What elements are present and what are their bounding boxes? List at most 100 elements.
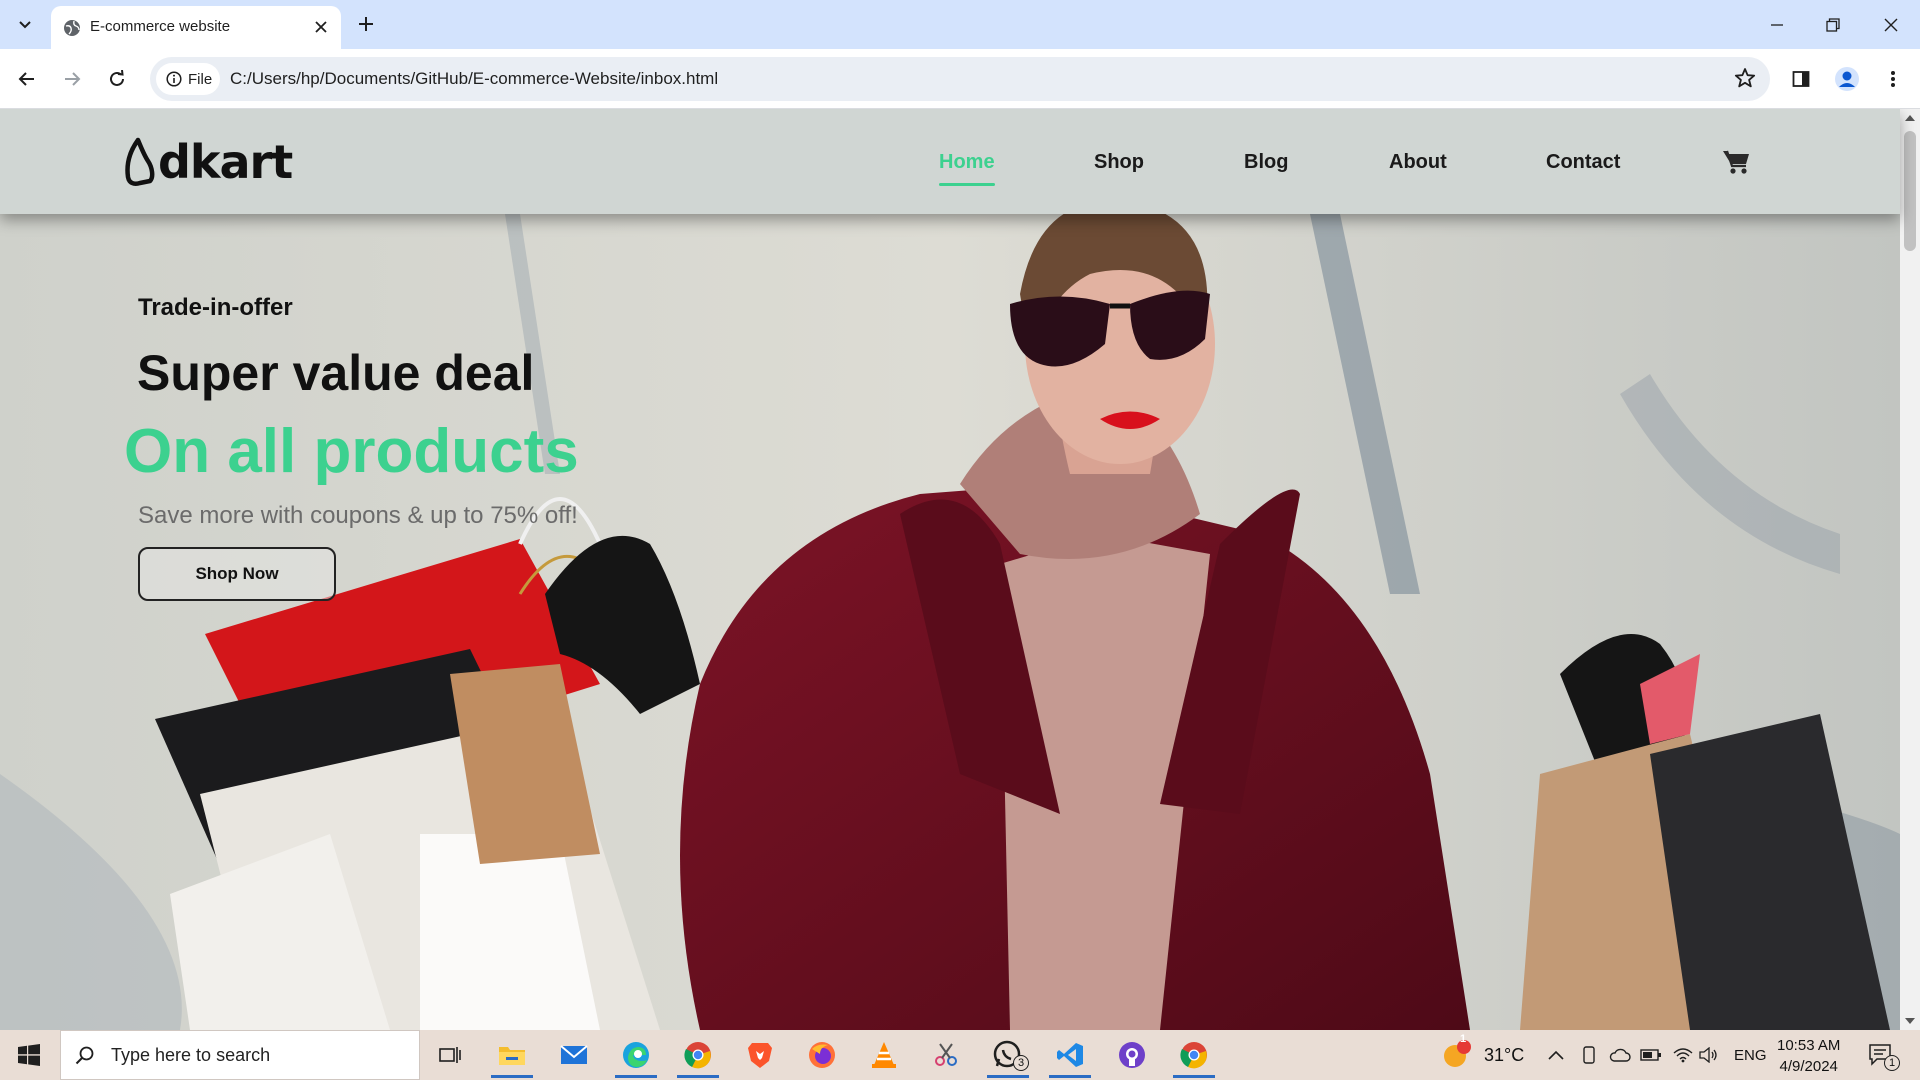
taskbar-whatsapp[interactable]: 3 — [983, 1035, 1033, 1078]
weather-sun-icon — [1444, 1040, 1471, 1067]
search-icon — [75, 1046, 94, 1065]
url-text[interactable]: C:/Users/hp/Documents/GitHub/E-commerce-… — [230, 69, 718, 89]
taskbar-chrome[interactable] — [673, 1035, 723, 1078]
forward-button[interactable] — [55, 62, 89, 96]
taskbar-vlc[interactable] — [859, 1035, 909, 1075]
tray-wifi[interactable] — [1673, 1030, 1693, 1080]
scroll-up-arrow[interactable] — [1905, 115, 1915, 121]
avatar-icon — [1835, 67, 1859, 91]
weather-temp: 31°C — [1484, 1044, 1525, 1065]
running-indicator — [677, 1075, 719, 1078]
taskbar-snipping-tool[interactable] — [921, 1035, 971, 1075]
device-icon — [1583, 1046, 1595, 1064]
tab-close-button[interactable] — [309, 15, 333, 39]
taskbar-firefox[interactable] — [797, 1035, 847, 1075]
side-panel-button[interactable] — [1784, 62, 1818, 96]
tray-language[interactable]: ENG — [1734, 1030, 1767, 1080]
nav-contact[interactable]: Contact — [1546, 151, 1620, 174]
browser-tab[interactable]: E-commerce website — [51, 6, 341, 49]
more-vertical-icon — [1891, 71, 1895, 87]
reload-icon — [110, 70, 124, 86]
minimize-button[interactable] — [1752, 0, 1802, 49]
site-info-label: File — [188, 70, 213, 88]
vlc-icon — [872, 1042, 896, 1068]
running-indicator — [987, 1075, 1029, 1078]
nav-blog[interactable]: Blog — [1244, 151, 1288, 174]
tray-volume[interactable] — [1699, 1030, 1719, 1080]
page-scrollbar[interactable] — [1900, 109, 1920, 1030]
hero-highlight: On all products — [124, 417, 579, 486]
scroll-down-arrow[interactable] — [1905, 1018, 1915, 1024]
weather-badge: 1 — [1460, 1033, 1467, 1045]
nav-home-label: Home — [939, 151, 995, 173]
weather-widget[interactable]: 1 31°C — [1440, 1030, 1524, 1080]
tab-search-button[interactable] — [8, 9, 42, 41]
taskbar-vscode[interactable] — [1045, 1035, 1095, 1078]
nav-about[interactable]: About — [1389, 151, 1447, 174]
address-bar[interactable]: File C:/Users/hp/Documents/GitHub/E-comm… — [150, 57, 1770, 101]
bookmark-button[interactable] — [1734, 67, 1756, 94]
brave-icon — [748, 1043, 772, 1068]
windows-logo-icon — [18, 1044, 40, 1066]
mail-icon — [560, 1045, 588, 1064]
whatsapp-badge: 3 — [1013, 1055, 1029, 1071]
hero-subtitle: Trade-in-offer — [138, 294, 293, 321]
task-view-icon — [439, 1047, 461, 1063]
tray-overflow-button[interactable] — [1548, 1030, 1564, 1080]
shop-now-button[interactable]: Shop Now — [138, 547, 336, 601]
site-logo[interactable]: dkart — [124, 135, 293, 189]
running-indicator — [1173, 1075, 1215, 1078]
cart-button[interactable] — [1722, 149, 1750, 180]
hero-banner: Trade-in-offer Super value deal On all p… — [0, 214, 1900, 1030]
cloud-icon — [1609, 1048, 1631, 1062]
chevron-down-icon — [19, 21, 31, 29]
back-button[interactable] — [10, 62, 44, 96]
start-button[interactable] — [0, 1030, 58, 1080]
hero-title: Super value deal — [137, 345, 535, 401]
tray-onedrive[interactable] — [1609, 1030, 1631, 1080]
running-indicator — [615, 1075, 657, 1078]
back-arrow-icon — [18, 72, 34, 86]
taskbar-search[interactable]: Type here to search — [60, 1030, 420, 1080]
new-tab-button[interactable] — [352, 9, 380, 39]
scrollbar-thumb[interactable] — [1904, 131, 1916, 251]
site-info-chip[interactable]: File — [156, 63, 220, 95]
tray-battery[interactable] — [1640, 1030, 1662, 1080]
scissors-icon — [935, 1043, 957, 1066]
profile-button[interactable] — [1830, 62, 1864, 96]
edge-icon — [623, 1042, 649, 1068]
hero-image — [0, 214, 1900, 1030]
minimize-icon — [1771, 23, 1783, 26]
windows-taskbar: Type here to search 3 1 31°C ENG 10:53 A… — [0, 1030, 1920, 1080]
close-icon — [315, 21, 327, 33]
battery-icon — [1640, 1049, 1661, 1061]
restore-icon — [1826, 17, 1840, 32]
taskbar-chrome-active[interactable] — [1169, 1035, 1219, 1078]
hero-description: Save more with coupons & up to 75% off! — [138, 502, 578, 529]
folder-icon — [499, 1047, 525, 1065]
tray-meet-icon[interactable] — [1581, 1030, 1597, 1080]
forward-arrow-icon — [65, 72, 81, 86]
close-window-button[interactable] — [1866, 0, 1916, 49]
nav-shop[interactable]: Shop — [1094, 151, 1144, 174]
taskbar-brave[interactable] — [735, 1035, 785, 1075]
taskbar-github-desktop[interactable] — [1107, 1035, 1157, 1075]
restore-button[interactable] — [1808, 0, 1858, 49]
nav-home[interactable]: Home — [939, 151, 995, 186]
page-viewport: dkart Home Shop Blog About Contact Trade… — [0, 109, 1920, 1030]
active-underline — [939, 183, 995, 186]
browser-menu-button[interactable] — [1876, 62, 1910, 96]
chrome-icon — [1180, 1042, 1207, 1069]
taskbar-file-explorer[interactable] — [487, 1035, 537, 1078]
taskbar-mail[interactable] — [549, 1035, 599, 1075]
site-header: dkart Home Shop Blog About Contact — [0, 109, 1900, 214]
taskbar-clock[interactable]: 10:53 AM 4/9/2024 — [1777, 1035, 1840, 1077]
taskbar-edge[interactable] — [611, 1035, 661, 1078]
logo-text: dkart — [158, 135, 293, 189]
browser-tab-strip: E-commerce website — [0, 0, 1920, 49]
notification-center-button[interactable]: 1 — [1868, 1030, 1900, 1080]
cart-icon — [1723, 150, 1749, 174]
task-view-button[interactable] — [425, 1035, 475, 1075]
reload-button[interactable] — [100, 62, 134, 96]
globe-icon — [64, 20, 80, 36]
